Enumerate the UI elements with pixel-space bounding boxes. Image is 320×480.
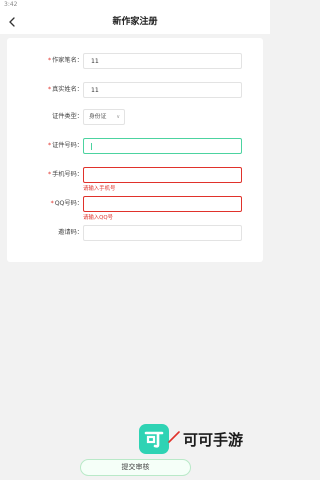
page-title: 新作家注册: [112, 17, 158, 27]
invite-label: 邀请码：: [58, 229, 83, 236]
watermark-text: 可可手游: [183, 430, 244, 449]
submit-review-button[interactable]: 提交审核: [80, 459, 191, 476]
status-bar: 3:42: [0, 0, 270, 10]
id-type-value: 身份证: [89, 114, 107, 120]
pen-name-label: *作家笔名：: [47, 57, 83, 64]
invite-code-input[interactable]: [83, 225, 242, 241]
id-number-input[interactable]: [83, 138, 242, 154]
watermark: 可可手游: [139, 423, 259, 455]
phone-error: 请输入手机号: [83, 186, 116, 192]
id-number-label: *证件号码：: [47, 142, 83, 149]
logo-glyph-icon: [144, 431, 164, 448]
logo-slash-icon: [168, 431, 180, 443]
real-name-input[interactable]: [83, 82, 242, 98]
id-type-label: 证件类型：: [52, 113, 83, 120]
phone-label: *手机号码：: [47, 171, 83, 178]
nav-bar: 新作家注册: [0, 10, 270, 34]
pen-name-input[interactable]: [83, 53, 242, 69]
form-card: *作家笔名： *真实姓名： 证件类型： 身份证 ∨ *证件号码： *手机号码： …: [7, 38, 263, 262]
status-time: 3:42: [4, 1, 18, 8]
qq-label: *QQ号码：: [50, 200, 83, 207]
chevron-down-icon: ∨: [116, 114, 120, 120]
phone-input[interactable]: [83, 167, 242, 183]
real-name-label: *真实姓名：: [47, 86, 83, 93]
watermark-logo: [139, 424, 180, 454]
id-type-select[interactable]: 身份证 ∨: [83, 109, 125, 125]
qq-error: 请输入QQ号: [83, 215, 114, 221]
text-cursor: [91, 143, 92, 150]
qq-input[interactable]: [83, 196, 242, 212]
